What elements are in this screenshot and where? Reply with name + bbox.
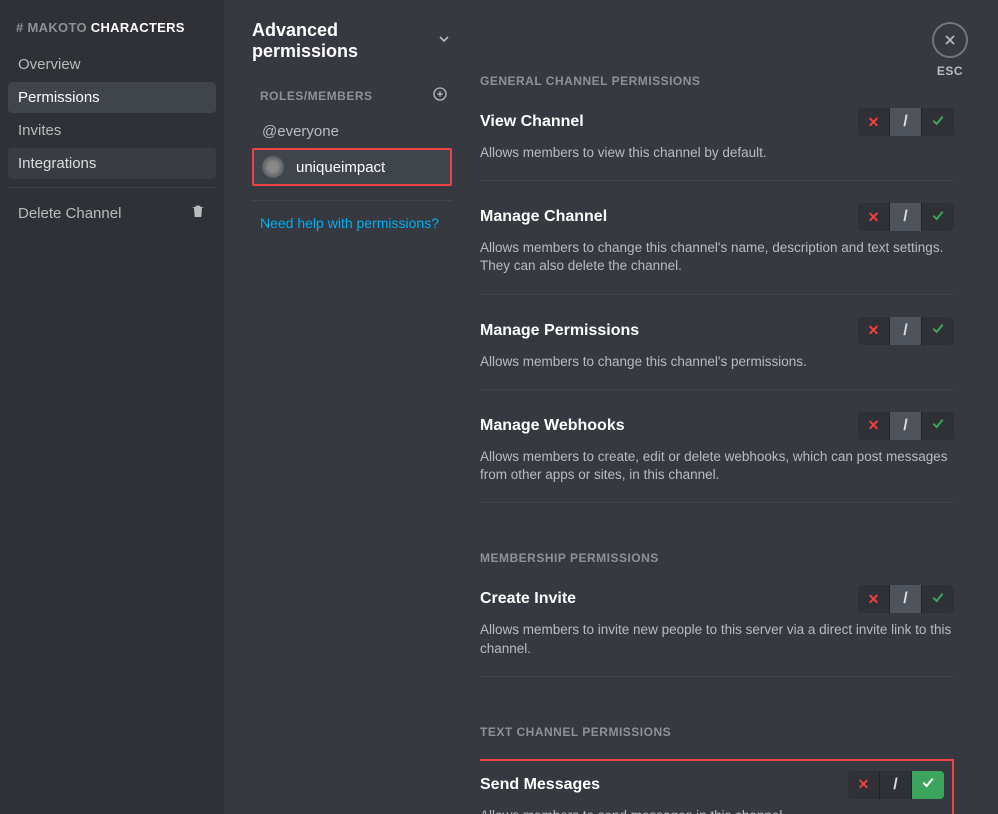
toggle-deny[interactable]: ✕: [858, 585, 890, 613]
check-icon: [930, 415, 946, 436]
divider: [480, 676, 954, 677]
permission-name: Manage Webhooks: [480, 417, 625, 435]
permission-toggle: ✕ /: [858, 412, 954, 440]
add-role-icon[interactable]: [432, 86, 448, 105]
toggle-deny[interactable]: ✕: [858, 203, 890, 231]
x-icon: ✕: [868, 322, 880, 339]
permission-toggle: ✕ /: [858, 203, 954, 231]
toggle-deny[interactable]: ✕: [858, 412, 890, 440]
permission-name: View Channel: [480, 113, 584, 131]
section-label: GENERAL CHANNEL PERMISSIONS: [480, 74, 954, 88]
permission-name: Create Invite: [480, 590, 576, 608]
permissions-list: GENERAL CHANNEL PERMISSIONS View Channel…: [480, 20, 958, 814]
permission-name: Manage Permissions: [480, 322, 639, 340]
permission-row: Manage Channel ✕ / Allows members to cha…: [480, 203, 954, 275]
hash-icon: #: [16, 20, 24, 35]
close-icon: [932, 22, 968, 58]
permission-row: Manage Permissions ✕ / Allows members to…: [480, 317, 954, 371]
permission-name: Manage Channel: [480, 208, 607, 226]
slash-icon: /: [903, 208, 907, 226]
divider: [8, 187, 216, 188]
toggle-allow[interactable]: [922, 108, 954, 136]
permission-toggle: ✕ /: [848, 771, 944, 799]
check-icon: [930, 112, 946, 133]
sidebar-item-delete-channel[interactable]: Delete Channel: [8, 196, 216, 230]
x-icon: ✕: [868, 591, 880, 608]
divider: [480, 502, 954, 503]
close-button[interactable]: ESC: [932, 22, 968, 78]
roles-column: Advanced permissions ROLES/MEMBERS @ever…: [252, 20, 452, 814]
check-icon: [930, 589, 946, 610]
permission-description: Allows members to create, edit or delete…: [480, 448, 954, 484]
permission-row: Manage Webhooks ✕ / Allows members to cr…: [480, 412, 954, 484]
toggle-allow[interactable]: [922, 585, 954, 613]
page-title-row[interactable]: Advanced permissions: [252, 20, 452, 62]
divider: [480, 180, 954, 181]
x-icon: ✕: [868, 209, 880, 226]
sidebar-item-permissions[interactable]: Permissions: [8, 82, 216, 113]
check-icon: [930, 207, 946, 228]
permission-toggle: ✕ /: [858, 317, 954, 345]
permission-description: Allows members to invite new people to t…: [480, 621, 954, 657]
content: Advanced permissions ROLES/MEMBERS @ever…: [224, 0, 998, 814]
section-label: MEMBERSHIP PERMISSIONS: [480, 551, 954, 565]
page-title: Advanced permissions: [252, 20, 426, 62]
esc-label: ESC: [937, 64, 963, 78]
toggle-allow[interactable]: [912, 771, 944, 799]
slash-icon: /: [903, 322, 907, 340]
slash-icon: /: [903, 590, 907, 608]
toggle-deny[interactable]: ✕: [858, 108, 890, 136]
toggle-neutral[interactable]: /: [890, 108, 922, 136]
divider: [480, 389, 954, 390]
permission-description: Allows members to view this channel by d…: [480, 144, 954, 162]
permission-row: View Channel ✕ / Allows members to view …: [480, 108, 954, 162]
roles-header-label: ROLES/MEMBERS: [260, 89, 373, 103]
role-item-user-selected[interactable]: uniqueimpact: [252, 148, 452, 186]
toggle-neutral[interactable]: /: [880, 771, 912, 799]
check-icon: [920, 774, 936, 795]
x-icon: ✕: [868, 417, 880, 434]
slash-icon: /: [903, 417, 907, 435]
roles-header: ROLES/MEMBERS: [252, 86, 452, 115]
permission-description: Allows members to change this channel's …: [480, 353, 954, 371]
toggle-allow[interactable]: [922, 412, 954, 440]
slash-icon: /: [893, 776, 897, 794]
permission-toggle: ✕ /: [858, 108, 954, 136]
channel-name: MAKOTO CHARACTERS: [28, 20, 185, 35]
chevron-down-icon: [436, 31, 452, 52]
permission-row: Create Invite ✕ / Allows members to invi…: [480, 585, 954, 657]
toggle-allow[interactable]: [922, 203, 954, 231]
permission-toggle: ✕ /: [858, 585, 954, 613]
toggle-allow[interactable]: [922, 317, 954, 345]
x-icon: ✕: [858, 776, 870, 793]
permission-name: Send Messages: [480, 776, 600, 794]
toggle-deny[interactable]: ✕: [848, 771, 880, 799]
slash-icon: /: [903, 113, 907, 131]
role-item-everyone[interactable]: @everyone: [252, 115, 452, 148]
divider: [252, 200, 452, 201]
divider: [480, 294, 954, 295]
check-icon: [930, 320, 946, 341]
help-link[interactable]: Need help with permissions?: [252, 215, 452, 231]
role-item-label: uniqueimpact: [296, 159, 385, 176]
toggle-neutral[interactable]: /: [890, 203, 922, 231]
sidebar-item-overview[interactable]: Overview: [8, 49, 216, 80]
trash-icon: [190, 203, 206, 223]
toggle-deny[interactable]: ✕: [858, 317, 890, 345]
avatar: [262, 156, 284, 178]
channel-header: # MAKOTO CHARACTERS: [8, 20, 216, 49]
sidebar: # MAKOTO CHARACTERS Overview Permissions…: [0, 0, 224, 814]
permission-description: Allows members to change this channel's …: [480, 239, 954, 275]
toggle-neutral[interactable]: /: [890, 317, 922, 345]
sidebar-item-integrations[interactable]: Integrations: [8, 148, 216, 179]
sidebar-item-invites[interactable]: Invites: [8, 115, 216, 146]
permission-description: Allows members to send messages in this …: [480, 807, 944, 814]
x-icon: ✕: [868, 114, 880, 131]
section-label: TEXT CHANNEL PERMISSIONS: [480, 725, 954, 739]
permission-row: Send Messages ✕ / Allows members to send…: [480, 759, 954, 814]
toggle-neutral[interactable]: /: [890, 585, 922, 613]
toggle-neutral[interactable]: /: [890, 412, 922, 440]
